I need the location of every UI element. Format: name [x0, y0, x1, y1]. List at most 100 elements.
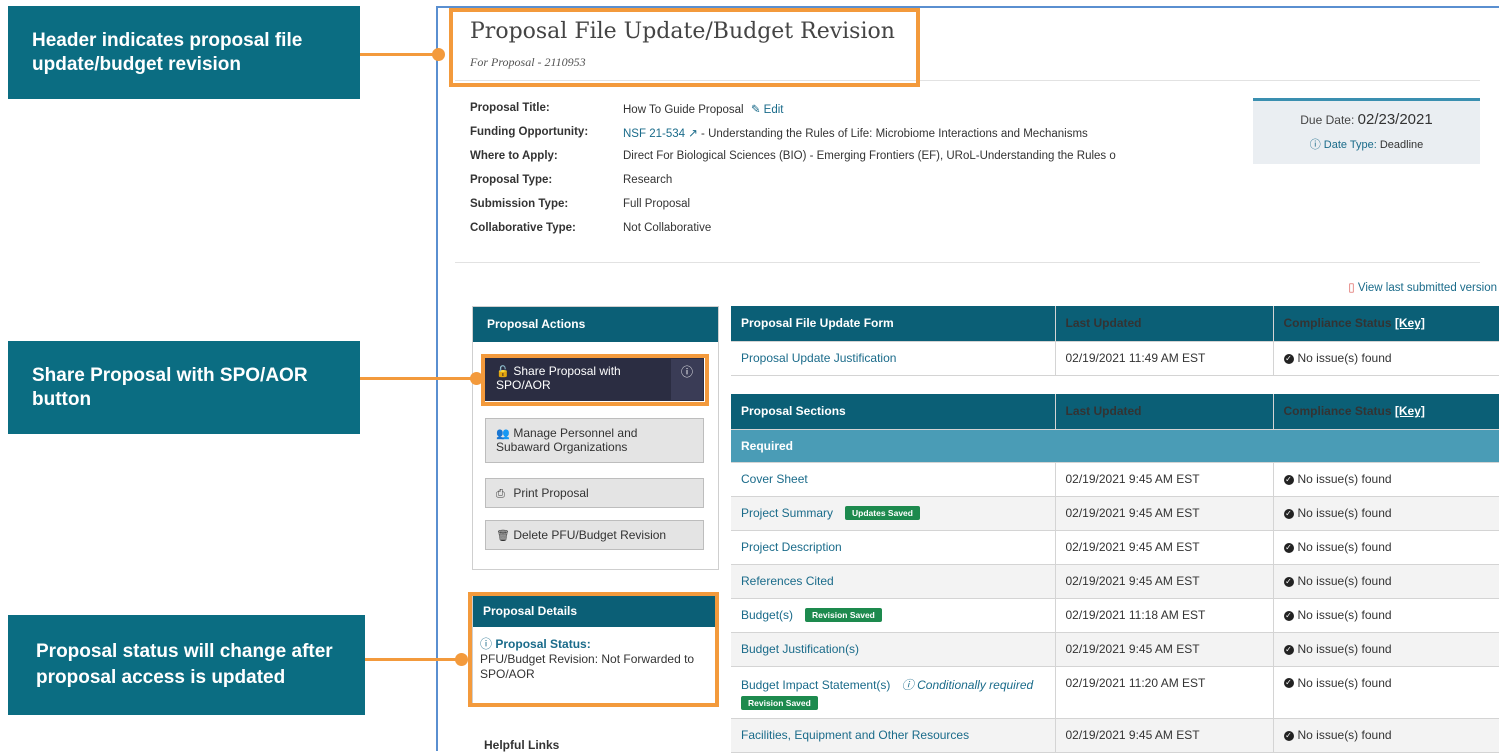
- page-title: Proposal File Update/Budget Revision: [470, 19, 895, 44]
- table-cell: Project Description: [731, 530, 1056, 565]
- section-link[interactable]: Cover Sheet: [741, 472, 808, 486]
- table-cell: 02/19/2021 9:45 AM EST: [1055, 718, 1274, 753]
- status-text: No issue(s) found: [1297, 574, 1392, 588]
- status-text: No issue(s) found: [1297, 642, 1392, 656]
- table-header-row: Proposal File Update Form Last Updated C…: [731, 306, 1499, 342]
- info-label: Collaborative Type:: [470, 222, 576, 234]
- section-link[interactable]: Proposal Update Justification: [741, 351, 896, 365]
- table-row: Cover Sheet 02/19/2021 9:45 AM EST ✓ No i…: [731, 462, 1499, 497]
- required-label: Required: [731, 429, 1499, 463]
- column-header-label: Compliance Status: [1283, 316, 1392, 331]
- info-label: Funding Opportunity:: [470, 126, 589, 138]
- table-cell: Budget(s) Revision Saved: [731, 598, 1056, 633]
- table-cell: ✓ No issue(s) found: [1273, 462, 1499, 497]
- check-icon: ✓: [1283, 678, 1294, 689]
- column-header-label: Compliance Status: [1283, 404, 1392, 419]
- column-header: Proposal File Update Form: [731, 306, 1056, 342]
- print-icon: ⎙: [496, 488, 505, 500]
- column-header: Last Updated: [1055, 306, 1274, 342]
- connector-line: [360, 377, 475, 380]
- required-group-row: Required: [731, 429, 1499, 463]
- table-cell: 02/19/2021 9:45 AM EST: [1055, 462, 1274, 497]
- due-date-box: Due Date: 02/23/2021 ⓘ Date Type: Deadli…: [1253, 98, 1480, 164]
- section-link[interactable]: References Cited: [741, 574, 834, 588]
- table-cell: Budget Justification(s): [731, 632, 1056, 667]
- status-text: No issue(s) found: [1297, 608, 1392, 622]
- share-proposal-button[interactable]: 🔓 Share Proposal with SPO/AOR ⓘ: [485, 358, 704, 401]
- divider: [455, 80, 1480, 81]
- info-submission: Submission Type: Full Proposal: [470, 198, 690, 218]
- pdf-icon: ▯: [1348, 282, 1355, 294]
- table-cell: ✓ No issue(s) found: [1273, 496, 1499, 531]
- table-row: Budget Impact Statement(s) ⓘ Conditional…: [731, 666, 1499, 719]
- info-collab: Collaborative Type: Not Collaborative: [470, 222, 711, 242]
- callout-status: Proposal status will change after propos…: [8, 615, 365, 715]
- edit-label: Edit: [763, 104, 784, 116]
- check-icon: ✓: [1283, 508, 1294, 519]
- lock-icon: 🔓: [496, 366, 510, 378]
- trash-icon: 🗑: [496, 530, 510, 542]
- delete-pfu-button[interactable]: 🗑 Delete PFU/Budget Revision: [485, 520, 704, 550]
- table-cell: Proposal Update Justification: [731, 341, 1056, 376]
- section-link[interactable]: Budget(s): [741, 608, 793, 622]
- status-text: No issue(s) found: [1297, 351, 1392, 365]
- check-icon: ✓: [1283, 474, 1294, 485]
- section-link[interactable]: Budget Impact Statement(s): [741, 678, 890, 692]
- funding-link[interactable]: NSF 21-534 ↗: [623, 128, 698, 140]
- table-row: Facilities, Equipment and Other Resource…: [731, 718, 1499, 753]
- panel-header: Proposal Details: [473, 595, 718, 627]
- view-last-label: View last submitted version: [1357, 282, 1497, 294]
- check-icon: ✓: [1283, 730, 1294, 741]
- info-label: Proposal Title:: [470, 102, 550, 114]
- table-cell: 02/19/2021 9:45 AM EST: [1055, 632, 1274, 667]
- proposal-sections-table: Proposal Sections Last Updated Complianc…: [731, 394, 1499, 753]
- info-proposal-title: Proposal Title: How To Guide Proposal ✎ …: [470, 102, 783, 122]
- section-link[interactable]: Project Summary: [741, 506, 833, 520]
- check-icon: ✓: [1283, 610, 1294, 621]
- table-cell: ✓ No issue(s) found: [1273, 598, 1499, 633]
- edit-icon: ✎: [750, 104, 761, 116]
- check-icon: ✓: [1283, 353, 1294, 364]
- callout-header: Header indicates proposal file update/bu…: [8, 6, 360, 99]
- manage-personnel-button[interactable]: 👥 Manage Personnel and Subaward Organiza…: [485, 418, 704, 463]
- date-type-label: Date Type:: [1323, 139, 1377, 151]
- info-icon: ⓘ: [901, 678, 914, 692]
- print-proposal-button[interactable]: ⎙ Print Proposal: [485, 478, 704, 508]
- column-header: Proposal Sections: [731, 394, 1056, 430]
- table-cell: 02/19/2021 9:45 AM EST: [1055, 496, 1274, 531]
- info-value: How To Guide Proposal ✎ Edit: [623, 102, 783, 122]
- panel-header: Proposal Actions: [473, 307, 718, 342]
- key-link[interactable]: [Key]: [1395, 316, 1425, 330]
- connector-line: [365, 658, 461, 661]
- table-cell: 02/19/2021 9:45 AM EST: [1055, 564, 1274, 599]
- table-row: Project Summary Updates Saved 02/19/2021 …: [731, 496, 1499, 531]
- page-subtitle: For Proposal - 2110953: [470, 55, 586, 69]
- info-label: Proposal Type:: [470, 174, 553, 186]
- conditional-note: ⓘ Conditionally required: [902, 678, 1033, 692]
- status-text: No issue(s) found: [1297, 675, 1392, 690]
- table-cell: Facilities, Equipment and Other Resource…: [731, 718, 1056, 753]
- connector-dot: [432, 48, 445, 61]
- status-badge: Updates Saved: [845, 506, 920, 521]
- section-link[interactable]: Budget Justification(s): [741, 642, 859, 656]
- section-link[interactable]: Project Description: [741, 540, 842, 554]
- info-value: NSF 21-534 ↗ - Understanding the Rules o…: [623, 126, 1088, 146]
- proposal-details-panel: Proposal Details ⓘ Proposal Status: PFU/…: [472, 594, 719, 704]
- edit-link[interactable]: ✎ Edit: [751, 104, 784, 116]
- date-type-value: Deadline: [1379, 139, 1424, 151]
- share-button-label: Share Proposal with SPO/AOR: [496, 364, 621, 392]
- section-link[interactable]: Facilities, Equipment and Other Resource…: [741, 728, 969, 742]
- view-last-submitted-link[interactable]: ▯ View last submitted version: [1348, 280, 1497, 294]
- info-where: Where to Apply: Direct For Biological Sc…: [470, 150, 1116, 170]
- details-body: ⓘ Proposal Status: PFU/Budget Revision: …: [473, 627, 718, 692]
- connector-dot: [455, 653, 468, 666]
- table-cell: ✓ No issue(s) found: [1273, 530, 1499, 565]
- status-text: No issue(s) found: [1297, 506, 1392, 520]
- table-cell: 02/19/2021 11:49 AM EST: [1055, 341, 1274, 376]
- info-icon[interactable]: ⓘ: [671, 359, 703, 400]
- date-type: ⓘ Date Type: Deadline: [1253, 136, 1480, 152]
- table-cell: Cover Sheet: [731, 462, 1056, 497]
- table-cell: ✓ No issue(s) found: [1273, 718, 1499, 753]
- key-link[interactable]: [Key]: [1395, 404, 1425, 418]
- due-date: Due Date: 02/23/2021: [1253, 111, 1480, 128]
